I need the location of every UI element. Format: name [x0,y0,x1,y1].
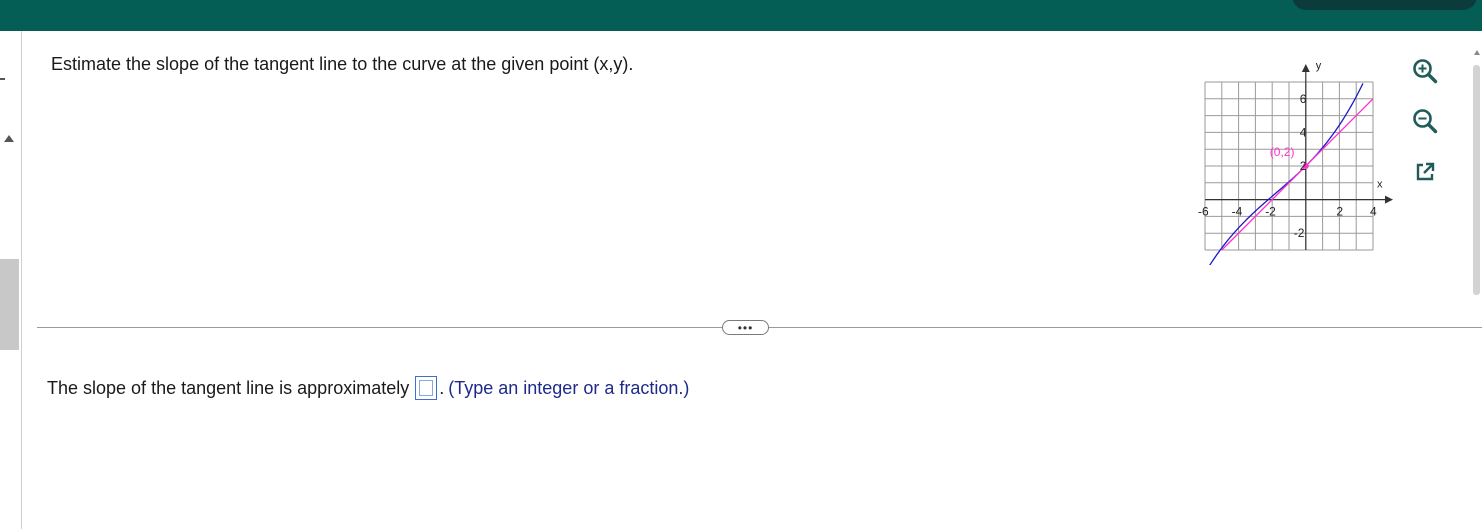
answer-suffix: . [439,378,445,398]
scroll-up-arrow-icon[interactable] [4,135,14,142]
question-text: Estimate the slope of the tangent line t… [51,54,634,74]
x-axis-arrow-icon [1385,195,1393,204]
function-graph: (0,2) x y -6 -4 -2 2 4 6 4 2 -2 [1195,55,1395,265]
left-scrollbar[interactable] [0,31,22,529]
scrollbar-thumb[interactable] [0,259,19,350]
right-scrollbar[interactable] [1472,40,1482,300]
y-tick-label: -2 [1294,226,1305,240]
x-tick-label: -2 [1265,205,1276,219]
show-more-button[interactable]: ••• [722,320,769,335]
answer-prefix: The slope of the tangent line is approxi… [47,378,410,398]
y-axis-label: y [1316,60,1322,72]
zoom-in-button[interactable] [1408,56,1442,86]
answer-input-box[interactable] [415,376,438,400]
zoom-in-icon [1413,59,1438,84]
y-tick-label: 6 [1300,92,1307,106]
rail-marker [0,78,5,80]
point-label: (0,2) [1270,145,1295,159]
answer-hint: (Type an integer or a fraction.) [448,378,690,398]
y-tick-label: 4 [1300,125,1307,139]
popout-icon [1416,162,1435,181]
x-tick-label: 2 [1336,205,1343,219]
answer-row: The slope of the tangent line is approxi… [47,376,689,400]
graph-svg: (0,2) x y -6 -4 -2 2 4 6 4 2 -2 [1198,60,1393,265]
right-scrollbar-thumb[interactable] [1473,65,1480,295]
y-axis-arrow-icon [1301,64,1310,72]
y-tick-label: 2 [1300,159,1307,173]
header-pill-button[interactable] [1292,0,1477,10]
top-header-bar [0,0,1482,31]
x-tick-label: -4 [1232,205,1243,219]
scroll-up-icon[interactable] [1474,50,1480,55]
zoom-out-button[interactable] [1408,106,1442,136]
x-tick-label: -6 [1198,205,1209,219]
graph-grid [1204,81,1374,251]
x-axis-label: x [1377,179,1383,191]
slope-answer-input[interactable] [416,377,437,399]
popout-button[interactable] [1408,157,1442,187]
zoom-out-icon [1413,109,1438,134]
x-tick-label: 4 [1370,205,1377,219]
